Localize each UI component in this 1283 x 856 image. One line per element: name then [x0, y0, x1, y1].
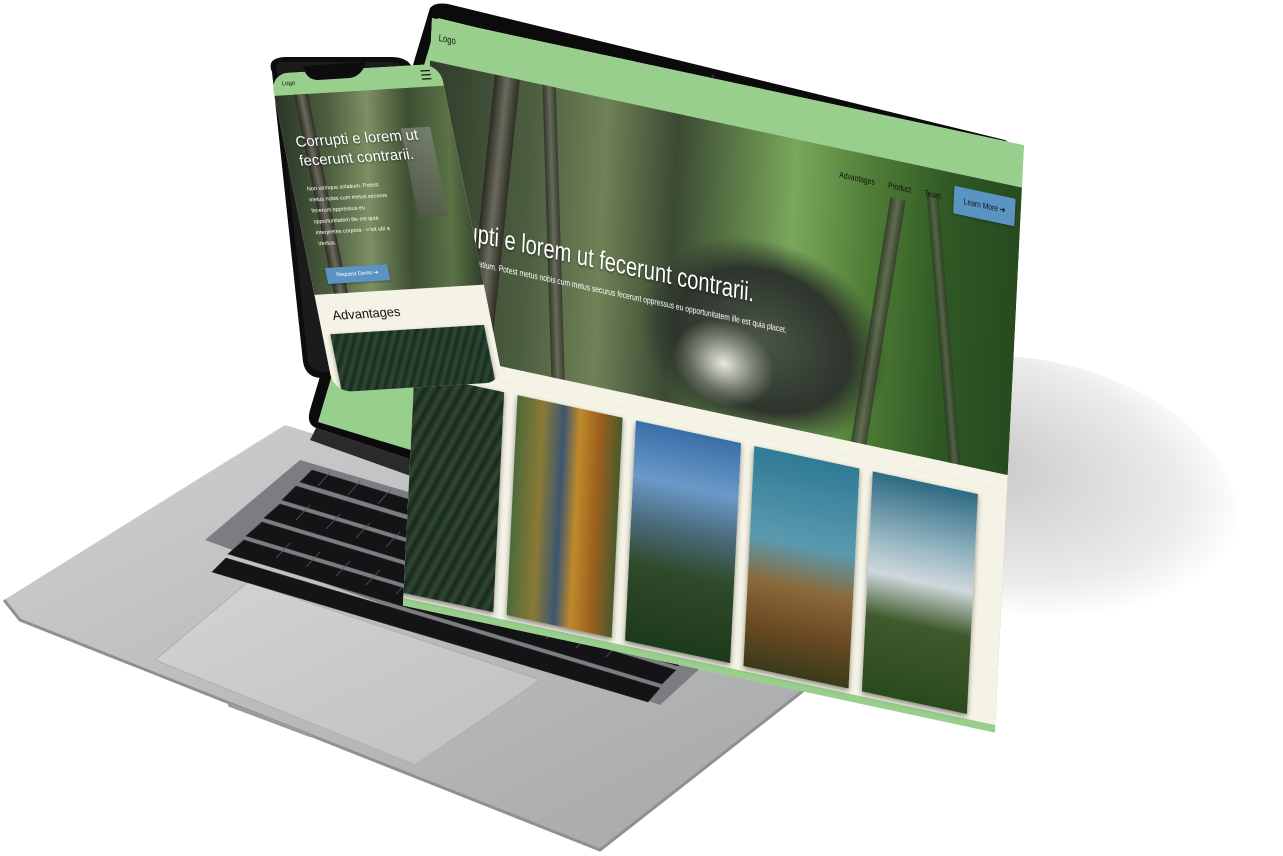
- phone-notch: [303, 62, 366, 80]
